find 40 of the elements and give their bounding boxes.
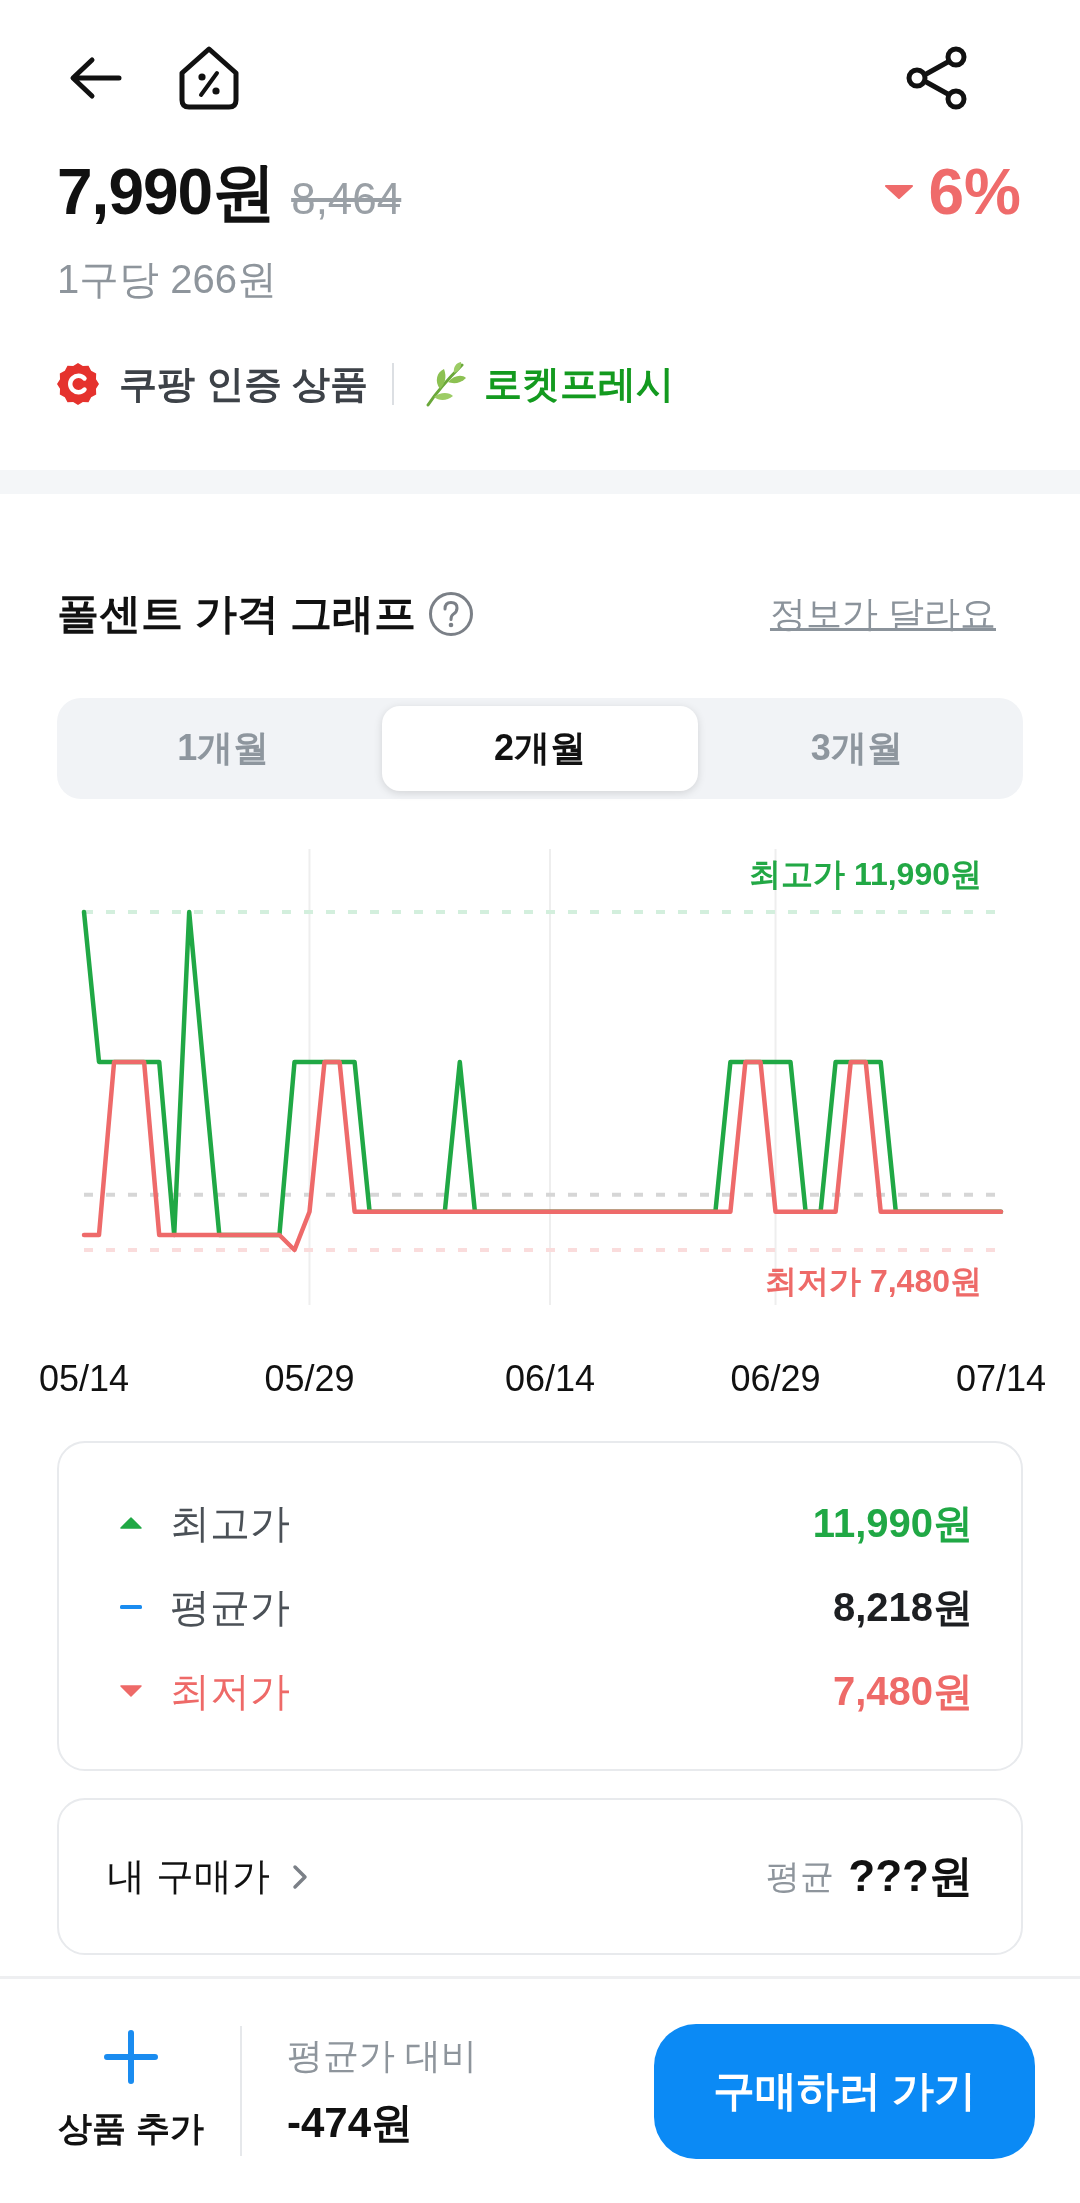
- date-label: 06/14: [504, 1357, 596, 1399]
- my-price-link[interactable]: 내 구매가: [107, 1851, 308, 1902]
- original-price: 8,464: [291, 173, 402, 225]
- compare-value: -474원: [287, 2097, 415, 2148]
- plus-icon: [104, 2030, 158, 2084]
- dash-icon: [120, 1605, 142, 1609]
- price-value: 7,480원: [832, 1667, 973, 1715]
- buy-button[interactable]: 구매하러 가기: [654, 2023, 1035, 2159]
- discount-percent: 6%: [928, 155, 1021, 230]
- sale-price: 7,990원: [57, 155, 276, 230]
- price-value: 11,990원: [812, 1499, 973, 1547]
- unit-price: 1구당 266원: [57, 256, 279, 303]
- add-product-button[interactable]: 상품 추가: [57, 2030, 205, 2152]
- period-tab[interactable]: 1개월: [65, 706, 382, 791]
- seal-icon: [57, 363, 99, 405]
- period-tab[interactable]: 2개월: [381, 706, 699, 791]
- share-icon[interactable]: [905, 45, 969, 111]
- date-label: 06/29: [730, 1357, 821, 1399]
- date-label: 05/14: [38, 1357, 130, 1399]
- down-triangle-icon: [120, 1685, 142, 1697]
- help-icon[interactable]: [428, 591, 475, 637]
- max-price-label: 최고가 11,990원: [749, 856, 982, 892]
- compare-label: 평균가 대비: [287, 2033, 477, 2078]
- average-label: 평균: [766, 1855, 835, 1897]
- min-price-label: 최저가 7,480원: [765, 1263, 982, 1299]
- date-label: 05/29: [264, 1357, 355, 1399]
- price-type-label: 평균가: [170, 1583, 290, 1631]
- down-triangle-icon: [884, 185, 913, 199]
- chevron-right-icon: [291, 1863, 308, 1890]
- price-type-label: 최저가: [170, 1667, 290, 1715]
- badge-label: 로켓프레시: [484, 361, 675, 407]
- badge-label: 쿠팡 인증 상품: [119, 361, 369, 407]
- report-link[interactable]: 정보가 달라요: [770, 589, 996, 639]
- period-tab[interactable]: 3개월: [698, 706, 1015, 791]
- up-triangle-icon: [120, 1517, 142, 1529]
- price-type-label: 최고가: [170, 1499, 290, 1547]
- price-value: 8,218원: [832, 1583, 973, 1631]
- my-price-value: ???원: [848, 1850, 973, 1902]
- section-title: 폴센트 가격 그래프: [57, 589, 417, 639]
- date-label: 07/14: [955, 1357, 1047, 1399]
